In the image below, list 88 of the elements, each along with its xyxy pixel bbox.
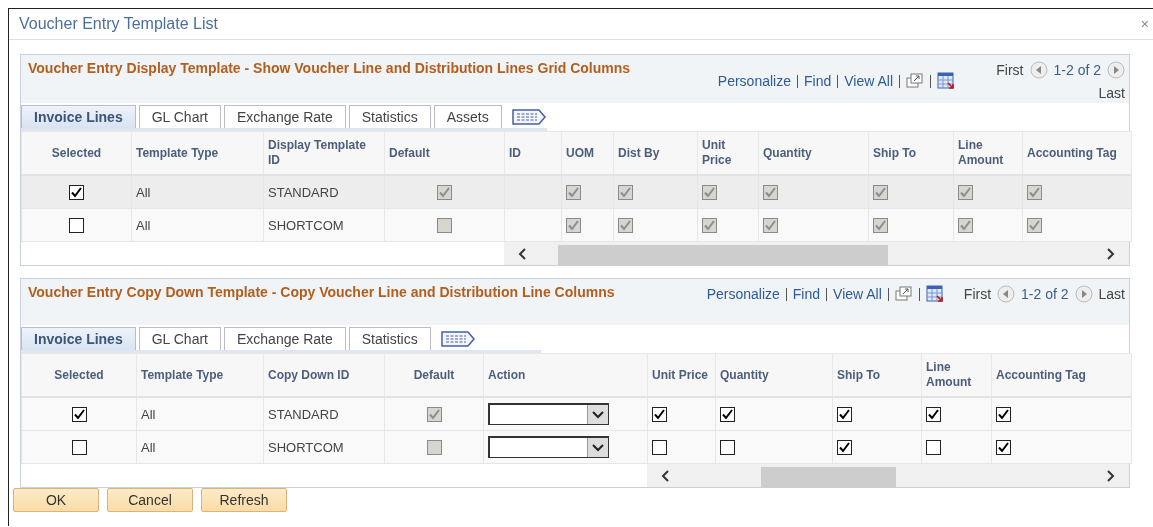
checkbox[interactable]: [720, 440, 735, 456]
grid-download-icon[interactable]: [925, 285, 944, 303]
show-all-columns-icon[interactable]: [439, 330, 476, 348]
close-button[interactable]: ×: [1136, 16, 1153, 32]
column-header: Line Amount: [926, 360, 972, 389]
column-header: Action: [488, 367, 526, 382]
column-header: Template Type: [141, 367, 224, 382]
tab[interactable]: Statistics: [348, 105, 431, 128]
dialog-button[interactable]: OK: [13, 488, 99, 512]
next-icon[interactable]: [1107, 61, 1125, 79]
chevron-down-icon: [592, 410, 604, 419]
chevron-down-icon: [592, 443, 604, 452]
table-cell: All: [141, 439, 156, 455]
column-header: ID: [509, 145, 521, 160]
column-header: UOM: [566, 145, 594, 160]
checkbox[interactable]: [926, 407, 941, 423]
table-cell: All: [136, 184, 151, 200]
column-header: Accounting Tag: [1027, 145, 1117, 160]
column-header: Display Template ID: [268, 138, 366, 167]
checkbox[interactable]: [926, 440, 941, 456]
toolbar-link[interactable]: Personalize: [717, 73, 791, 89]
column-header: Quantity: [763, 145, 812, 160]
column-header: Selected: [54, 367, 104, 382]
table-cell: SHORTCOM: [268, 217, 344, 233]
tab[interactable]: Exchange Rate: [224, 105, 346, 128]
checkbox[interactable]: [71, 407, 87, 423]
column-header: Accounting Tag: [996, 367, 1086, 382]
page-range: 1-2 of 2: [1021, 286, 1069, 302]
checkbox[interactable]: [71, 440, 87, 456]
table-cell: SHORTCOM: [268, 439, 344, 455]
column-header: Default: [413, 367, 455, 382]
tab[interactable]: Assets: [433, 105, 502, 128]
grid-download-icon[interactable]: [937, 72, 955, 90]
toolbar-link[interactable]: View All: [844, 73, 893, 89]
page-range: 1-2 of 2: [1053, 62, 1101, 78]
checkbox[interactable]: [996, 440, 1011, 456]
new-window-icon[interactable]: [906, 73, 924, 89]
show-all-columns-icon[interactable]: [510, 108, 547, 126]
checkbox[interactable]: [996, 407, 1011, 423]
first-label: First: [963, 286, 992, 302]
new-window-icon[interactable]: [894, 286, 913, 302]
dialog-button[interactable]: Refresh: [201, 488, 287, 512]
toolbar-link[interactable]: Find: [804, 73, 832, 89]
checkbox[interactable]: [837, 407, 852, 423]
column-header: Ship To: [873, 145, 917, 160]
previous-icon[interactable]: [997, 285, 1016, 303]
checkbox[interactable]: [652, 440, 667, 456]
column-header: Template Type: [136, 145, 219, 160]
action-dropdown[interactable]: [488, 403, 609, 425]
column-header: Dist By: [618, 145, 660, 160]
column-header: Default: [389, 145, 430, 160]
checkbox[interactable]: [652, 407, 667, 423]
previous-icon[interactable]: [1029, 61, 1048, 79]
toolbar-link[interactable]: Personalize: [706, 286, 780, 302]
action-dropdown[interactable]: [488, 436, 609, 458]
horizontal-scrollbar[interactable]: [504, 242, 1129, 265]
dialog-button[interactable]: Cancel: [107, 488, 193, 512]
first-label: First: [996, 62, 1024, 78]
column-header: Unit Price: [652, 367, 708, 382]
column-header: Quantity: [720, 367, 769, 382]
checkbox[interactable]: [720, 407, 735, 423]
window-title: Voucher Entry Template List: [19, 15, 218, 33]
checkbox[interactable]: [69, 185, 84, 201]
toolbar-link[interactable]: View All: [833, 286, 882, 302]
column-header: Copy Down ID: [268, 367, 350, 382]
table-cell: All: [141, 406, 156, 422]
column-header: Unit Price: [702, 138, 732, 167]
tab[interactable]: GL Chart: [138, 105, 221, 128]
tab[interactable]: Invoice Lines: [21, 327, 136, 350]
next-icon[interactable]: [1074, 285, 1093, 303]
tab[interactable]: Statistics: [348, 327, 431, 350]
table-cell: STANDARD: [268, 184, 339, 200]
table-cell: All: [136, 217, 151, 233]
toolbar-link[interactable]: Find: [792, 286, 821, 302]
checkbox[interactable]: [69, 218, 84, 234]
horizontal-scrollbar[interactable]: [647, 464, 1129, 487]
tab[interactable]: Invoice Lines: [21, 105, 136, 128]
tab[interactable]: Exchange Rate: [224, 327, 346, 350]
tab[interactable]: GL Chart: [138, 327, 221, 350]
grid-title: Voucher Entry Display Template - Show Voucher Line and Distribution Lines Grid Columns: [28, 59, 632, 77]
column-header: Selected: [51, 145, 102, 160]
table-cell: STANDARD: [268, 406, 339, 422]
column-header: Line Amount: [958, 138, 1004, 167]
last-label: Last: [1098, 85, 1125, 101]
checkbox[interactable]: [837, 440, 852, 456]
last-label: Last: [1098, 286, 1125, 302]
grid-title: Voucher Entry Copy Down Template - Copy Voucher Line and Distribution Line Columns: [28, 283, 616, 301]
column-header: Ship To: [837, 367, 881, 382]
